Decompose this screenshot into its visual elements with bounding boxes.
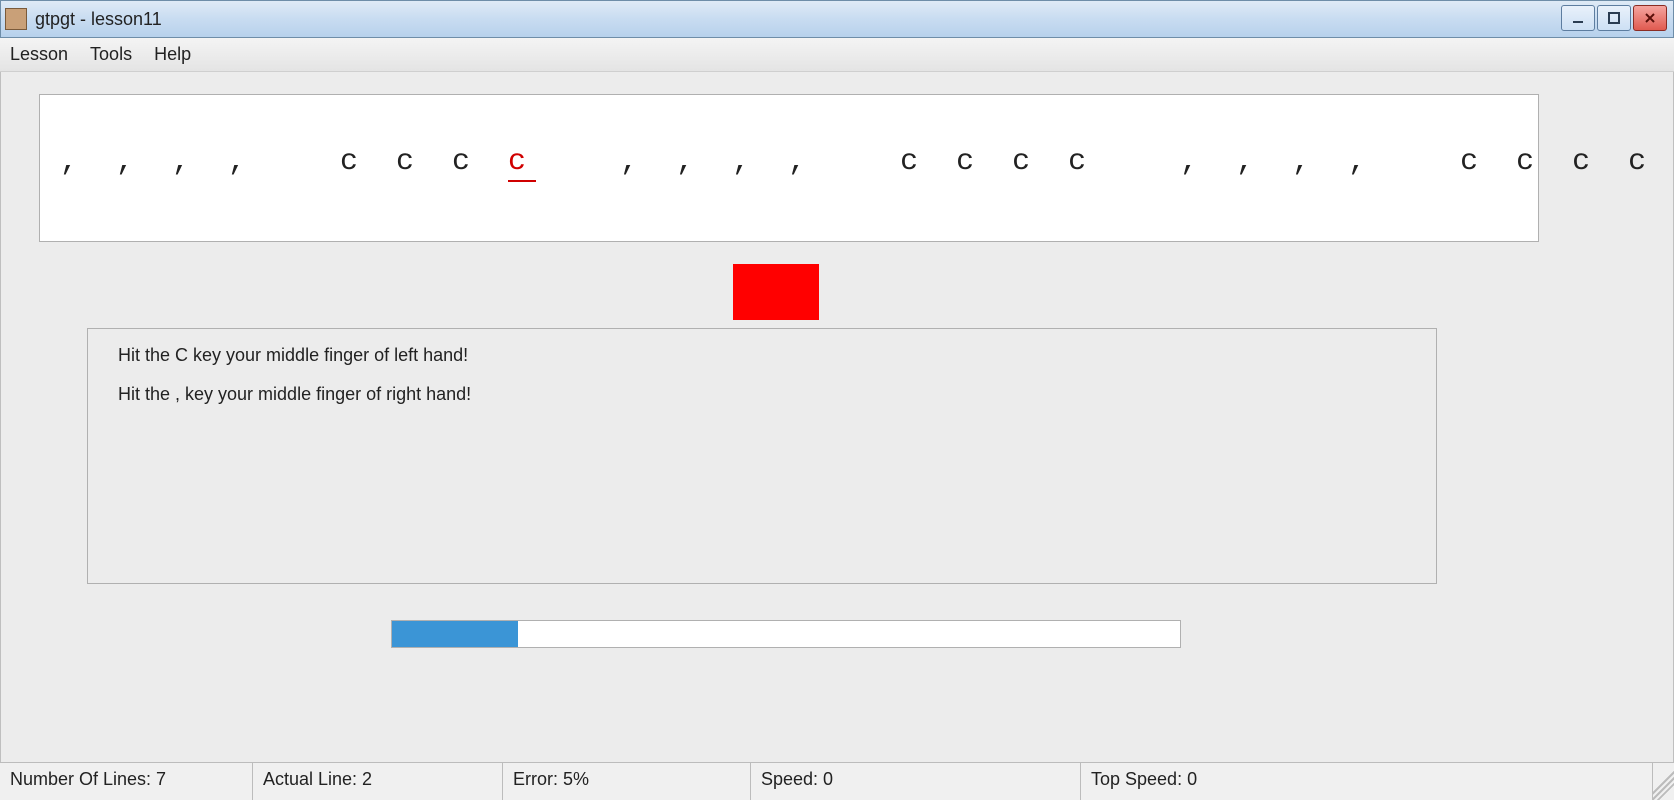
titlebar: gtpgt - lesson11 bbox=[0, 0, 1674, 38]
menu-help[interactable]: Help bbox=[154, 44, 191, 65]
menubar: Lesson Tools Help bbox=[0, 38, 1674, 72]
statusbar: Number Of Lines: 7 Actual Line: 2 Error:… bbox=[0, 762, 1674, 800]
lesson-cursor-char: c bbox=[508, 145, 536, 182]
status-actual-line: Actual Line: 2 bbox=[252, 763, 502, 800]
lesson-line: , , , , c c c c , , , , c c c c , , , , … bbox=[60, 145, 1518, 182]
menu-tools[interactable]: Tools bbox=[90, 44, 132, 65]
window-title: gtpgt - lesson11 bbox=[35, 9, 162, 30]
resize-grip[interactable] bbox=[1652, 763, 1674, 800]
minimize-icon bbox=[1571, 11, 1585, 25]
status-top-speed: Top Speed: 0 bbox=[1080, 763, 1652, 800]
menu-lesson[interactable]: Lesson bbox=[10, 44, 68, 65]
lesson-typed: , , , , c c c bbox=[60, 145, 508, 179]
status-lines: Number Of Lines: 7 bbox=[0, 763, 252, 800]
maximize-button[interactable] bbox=[1597, 5, 1631, 31]
progress-fill bbox=[392, 621, 518, 647]
hint-line-1: Hit the C key your middle finger of left… bbox=[118, 345, 1406, 366]
lesson-text-box[interactable]: , , , , c c c c , , , , c c c c , , , , … bbox=[39, 94, 1539, 242]
error-indicator bbox=[733, 264, 819, 320]
status-error: Error: 5% bbox=[502, 763, 750, 800]
hint-line-2: Hit the , key your middle finger of righ… bbox=[118, 384, 1406, 405]
close-icon bbox=[1643, 11, 1657, 25]
app-icon bbox=[5, 8, 27, 30]
maximize-icon bbox=[1607, 11, 1621, 25]
hint-box: Hit the C key your middle finger of left… bbox=[87, 328, 1437, 584]
status-speed: Speed: 0 bbox=[750, 763, 1080, 800]
window-controls bbox=[1561, 5, 1667, 31]
close-button[interactable] bbox=[1633, 5, 1667, 31]
minimize-button[interactable] bbox=[1561, 5, 1595, 31]
lesson-remaining: , , , , c c c c , , , , c c c c , , , , … bbox=[536, 145, 1674, 179]
progress-bar bbox=[391, 620, 1181, 648]
client-area: , , , , c c c c , , , , c c c c , , , , … bbox=[0, 72, 1674, 762]
